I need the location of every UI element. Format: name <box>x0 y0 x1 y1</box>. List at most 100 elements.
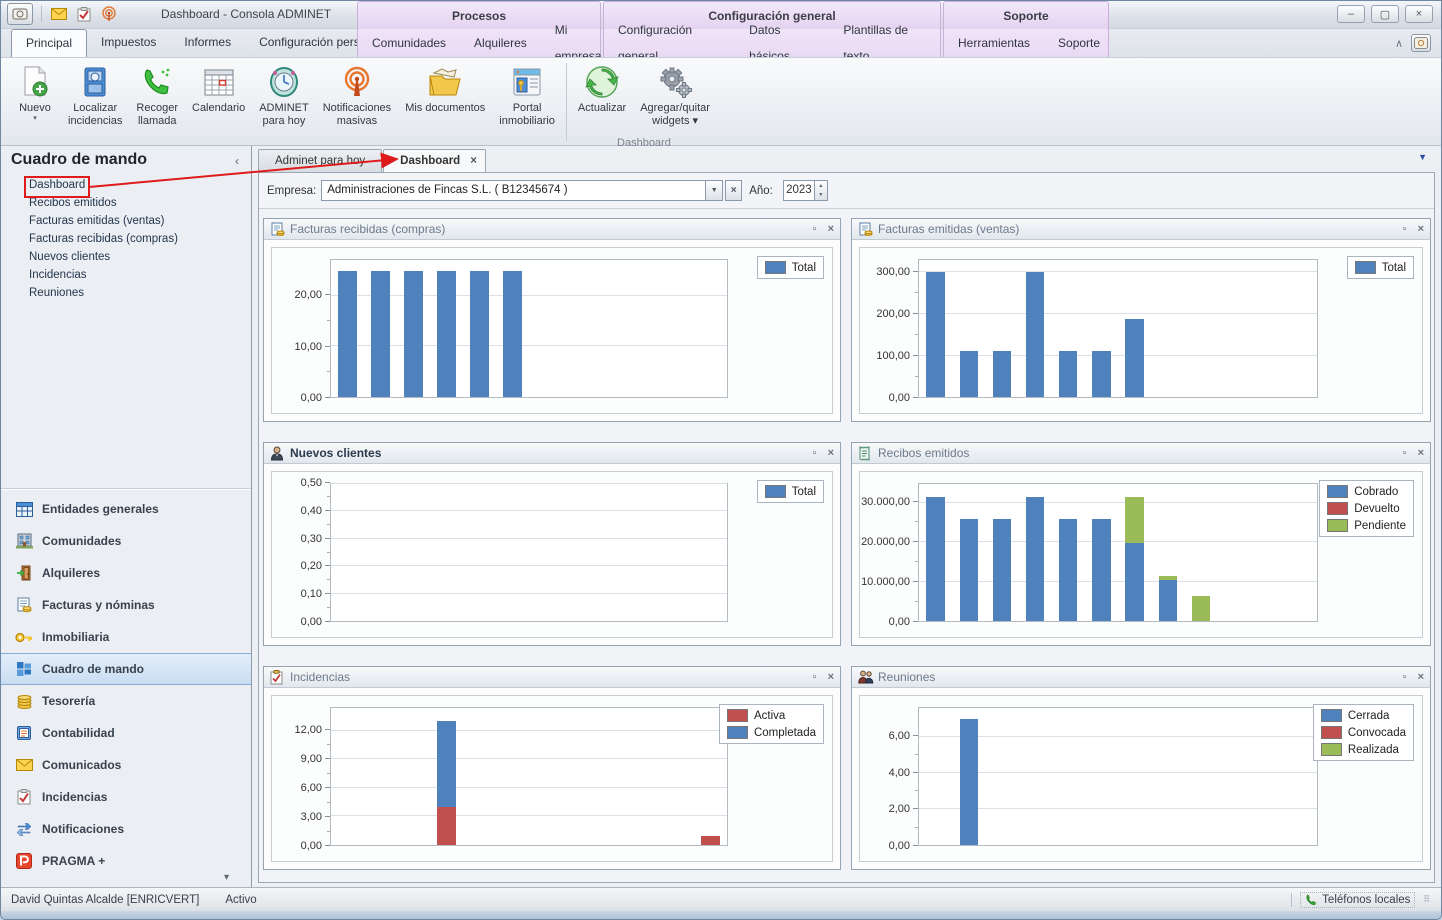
empresa-dropdown-icon[interactable]: ▼ <box>706 180 723 201</box>
tab-close-icon[interactable]: × <box>470 155 477 167</box>
widget-maximize-icon[interactable]: ▫ <box>1403 447 1407 459</box>
adminet-today-icon <box>267 65 301 99</box>
widget-titlebar[interactable]: Nuevos clientes▫× <box>264 443 840 464</box>
y-tick-label: 3,00 <box>301 811 322 823</box>
nav-item-notificaciones[interactable]: Notificaciones <box>1 813 251 845</box>
ribbon-button-nuevo[interactable]: Nuevo▾ <box>9 61 61 139</box>
anio-label: Año: <box>749 185 773 197</box>
widget-close-icon[interactable]: × <box>1418 671 1424 683</box>
gridline <box>331 758 727 759</box>
nav-item-incidencias[interactable]: Incidencias <box>1 781 251 813</box>
legend-swatch <box>1355 261 1376 274</box>
ribbon-button-adminet-para-hoy[interactable]: ADMINET para hoy <box>252 61 316 139</box>
collapse-panel-icon[interactable]: ‹ <box>235 154 239 168</box>
ribbon-button-mis-documentos[interactable]: Mis documentos <box>398 61 492 139</box>
sidebar-item-facturas-recibidas-compras[interactable]: Facturas recibidas (compras) <box>1 230 251 248</box>
widget-close-icon[interactable]: × <box>1418 223 1424 235</box>
sidebar-item-facturas-emitidas-ventas[interactable]: Facturas emitidas (ventas) <box>1 212 251 230</box>
chart-y-axis: 0,002,004,006,00 <box>860 707 918 846</box>
nav-item-contabilidad[interactable]: Contabilidad <box>1 717 251 749</box>
widget-titlebar[interactable]: Reuniones▫× <box>852 667 1430 688</box>
ribbon-button-notificaciones-masivas[interactable]: Notificaciones masivas <box>316 61 398 139</box>
local-phones-button[interactable]: Teléfonos locales <box>1300 892 1415 908</box>
document-tab-dashboard[interactable]: Dashboard× <box>383 149 486 173</box>
ribbon-tab-alquileres[interactable]: Alquileres <box>460 30 541 56</box>
ribbon-tab-comunidades[interactable]: Comunidades <box>358 30 460 56</box>
y-minor-tick-mark <box>915 561 918 562</box>
ribbon-button-recoger-llamada[interactable]: Recoger llamada <box>129 61 185 139</box>
widget-recibos-emitidos: Recibos emitidos▫×0,0010.000,0020.000,00… <box>851 442 1431 646</box>
nav-item-comunicados[interactable]: Comunicados <box>1 749 251 781</box>
ribbon-tab-row: PrincipalImpuestosInformesConfiguración … <box>1 29 1441 57</box>
ribbon-button-agregar-quitar-widgets[interactable]: Agregar/quitar widgets ▾ <box>633 61 717 139</box>
restore-button[interactable]: ▢ <box>1371 5 1399 23</box>
empresa-clear-button[interactable]: × <box>725 180 742 201</box>
widget-titlebar[interactable]: Recibos emitidos▫× <box>852 443 1430 464</box>
anio-down-icon[interactable]: ▼ <box>815 191 827 201</box>
widget-maximize-icon[interactable]: ▫ <box>1403 671 1407 683</box>
nav-item-inmobiliaria[interactable]: Inmobiliaria <box>1 621 251 653</box>
chevron-down-icon[interactable]: ▾ <box>224 872 229 883</box>
console-help-icon[interactable] <box>1411 34 1431 52</box>
y-tick-label: 30.000,00 <box>861 496 910 508</box>
sidebar-item-incidencias[interactable]: Incidencias <box>1 266 251 284</box>
sidebar-item-dashboard[interactable]: Dashboard <box>1 176 251 194</box>
nav-item-comunidades[interactable]: Comunidades <box>1 525 251 557</box>
nav-item-entidades-generales[interactable]: Entidades generales <box>1 493 251 525</box>
ribbon-tab-informes[interactable]: Informes <box>170 29 245 57</box>
widget-close-icon[interactable]: × <box>828 223 834 235</box>
ribbon-tab-principal[interactable]: Principal <box>11 29 87 57</box>
nav-item-tesoreria[interactable]: Tesorería <box>1 685 251 717</box>
y-tick-label: 0,00 <box>301 840 322 852</box>
ribbon-button-actualizar[interactable]: Actualizar <box>571 61 633 139</box>
widget-close-icon[interactable]: × <box>828 447 834 459</box>
widget-maximize-icon[interactable]: ▫ <box>1403 223 1407 235</box>
ribbon-button-localizar-incidencias[interactable]: Localizar incidencias <box>61 61 129 139</box>
ribbon-button-label: Recoger llamada <box>136 102 178 128</box>
nav-item-pragma[interactable]: PRAGMA + <box>1 845 251 877</box>
widget-maximize-icon[interactable]: ▫ <box>813 671 817 683</box>
bar-total <box>1026 272 1044 397</box>
ribbon-tab-herramientas[interactable]: Herramientas <box>944 30 1044 56</box>
ribbon-button-calendario[interactable]: Calendario <box>185 61 252 139</box>
sidebar-item-recibos-emitidos[interactable]: Recibos emitidos <box>1 194 251 212</box>
widget-maximize-icon[interactable]: ▫ <box>813 223 817 235</box>
close-button[interactable]: × <box>1405 5 1433 23</box>
sidebar-item-reuniones[interactable]: Reuniones <box>1 284 251 302</box>
chart-plot-area <box>330 483 728 622</box>
app-icon[interactable] <box>7 3 33 25</box>
widget-titlebar[interactable]: Facturas recibidas (compras)▫× <box>264 219 840 240</box>
widget-maximize-icon[interactable]: ▫ <box>813 447 817 459</box>
chart-y-axis: 0,000,100,200,300,400,50 <box>272 483 330 622</box>
tab-list-dropdown-icon[interactable]: ▼ <box>1418 152 1427 162</box>
chart-y-axis: 0,003,006,009,0012,00 <box>272 707 330 846</box>
nav-item-cuadro-de-mando[interactable]: Cuadro de mando <box>1 653 251 685</box>
mail-icon[interactable] <box>50 6 67 23</box>
tasks-icon[interactable] <box>75 6 92 23</box>
nav-item-alquileres[interactable]: Alquileres <box>1 557 251 589</box>
ribbon-tab-soporte[interactable]: Soporte <box>1044 30 1114 56</box>
anio-up-icon[interactable]: ▲ <box>815 181 827 191</box>
widget-titlebar[interactable]: Facturas emitidas (ventas)▫× <box>852 219 1430 240</box>
widget-titlebar[interactable]: Incidencias▫× <box>264 667 840 688</box>
ribbon-button-portal-inmobiliario[interactable]: Portal inmobiliario <box>492 61 562 139</box>
y-minor-tick-mark <box>327 524 330 525</box>
divider <box>1291 893 1292 907</box>
minimize-button[interactable]: – <box>1337 5 1365 23</box>
collapse-ribbon-icon[interactable]: ∧ <box>1395 37 1403 50</box>
anio-input[interactable]: 2023 <box>783 180 815 201</box>
empresa-input[interactable]: Administraciones de Fincas S.L. ( B12345… <box>321 180 706 201</box>
widget-close-icon[interactable]: × <box>1418 447 1424 459</box>
widget-close-icon[interactable]: × <box>828 671 834 683</box>
sidebar-item-nuevos-clientes[interactable]: Nuevos clientes <box>1 248 251 266</box>
y-tick-mark <box>913 621 918 622</box>
ribbon-tab-impuestos[interactable]: Impuestos <box>87 29 170 57</box>
local-phones-label: Teléfonos locales <box>1322 894 1410 906</box>
y-tick-mark <box>913 271 918 272</box>
resize-grip[interactable]: ⠿ <box>1423 894 1431 905</box>
legend-entry-total: Total <box>765 485 816 498</box>
nav-item-facturas-y-nominas[interactable]: Facturas y nóminas <box>1 589 251 621</box>
document-tab-adminet-para-hoy[interactable]: Adminet para hoy <box>258 149 382 173</box>
refresh-icon <box>585 65 619 99</box>
broadcast-icon[interactable] <box>100 6 117 23</box>
